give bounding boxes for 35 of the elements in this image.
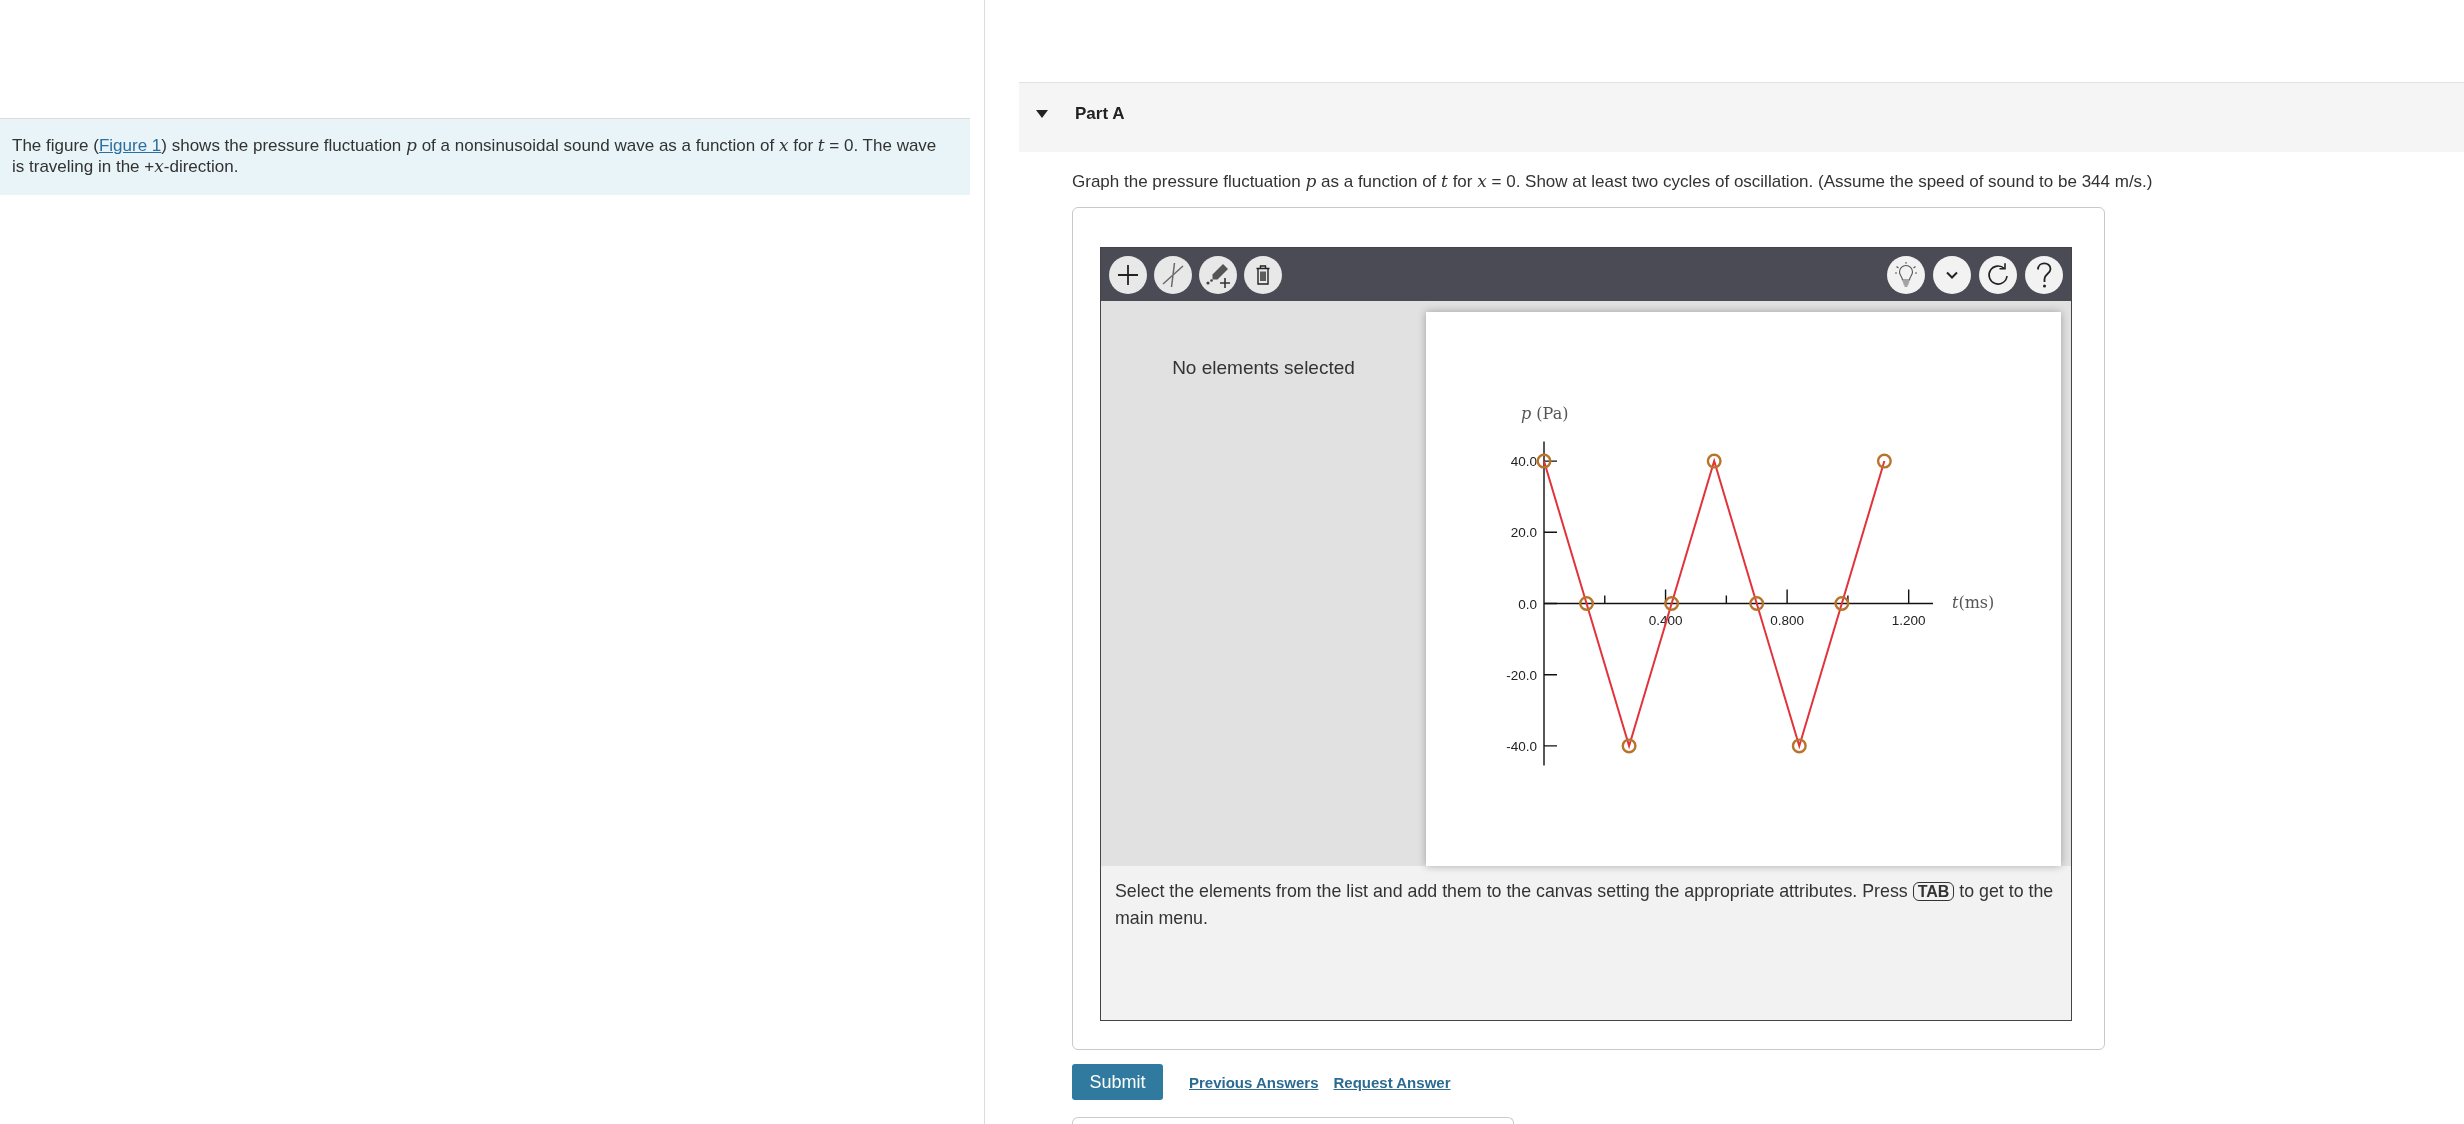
data-point — [1621, 738, 1637, 754]
tab-key: TAB — [1912, 882, 1955, 901]
data-point — [1664, 596, 1680, 611]
tick-label: 20.0 — [1510, 525, 1537, 541]
pencil-plus-icon[interactable] — [1199, 255, 1237, 294]
selection-status-text: No elements selected — [1172, 356, 1355, 380]
answer-link[interactable]: Previous Answers — [1189, 1073, 1319, 1091]
tick-label: 0.800 — [1770, 612, 1804, 628]
part-header[interactable]: Part A — [1019, 82, 2464, 152]
data-point — [1876, 453, 1892, 469]
tick-label: 0.0 — [1518, 596, 1537, 612]
instructions-text: Select the elements from the list and add them to the canvas setting the appropriate attributes. Press TAB to get to the main menu. — [1115, 880, 2055, 930]
x-axis-title: t(ms) — [1952, 593, 1995, 613]
intro-text: The figure (Figure 1) shows the pressure fluctuation p of a nonsinusoidal sound wave as a function of x for t = 0. The wave is traveling in the +x-direction. — [12, 135, 938, 177]
tick-label: 40.0 — [1510, 454, 1537, 470]
caret-icon[interactable] — [1036, 110, 1048, 118]
tick-label: 1.200 — [1891, 612, 1926, 628]
crossed-lines-icon[interactable] — [1154, 255, 1192, 294]
data-point — [1791, 738, 1807, 754]
tick-label: -20.0 — [1506, 667, 1537, 683]
answer-link[interactable]: Request Answer — [1333, 1073, 1451, 1091]
y-axis-title: p (Pa) — [1521, 404, 1569, 424]
data-point — [1834, 596, 1850, 611]
submit-button[interactable]: Submit — [1072, 1064, 1163, 1100]
chevron-down-icon[interactable] — [1933, 255, 1971, 294]
data-point — [1536, 453, 1552, 469]
plus-icon[interactable] — [1109, 255, 1147, 294]
trash-icon[interactable] — [1244, 255, 1282, 294]
data-point — [1749, 596, 1765, 611]
tick-label: -40.0 — [1506, 738, 1537, 754]
lightbulb-icon[interactable] — [1887, 255, 1925, 294]
question-text: Graph the pressure fluctuation p as a function of t for x = 0. Show at least two cycles of oscillation. (Assume the speed of sound to be 344 m/s.) — [1072, 170, 2154, 193]
help-icon[interactable] — [2025, 255, 2063, 294]
data-point — [1706, 453, 1722, 469]
data-point — [1579, 596, 1595, 611]
